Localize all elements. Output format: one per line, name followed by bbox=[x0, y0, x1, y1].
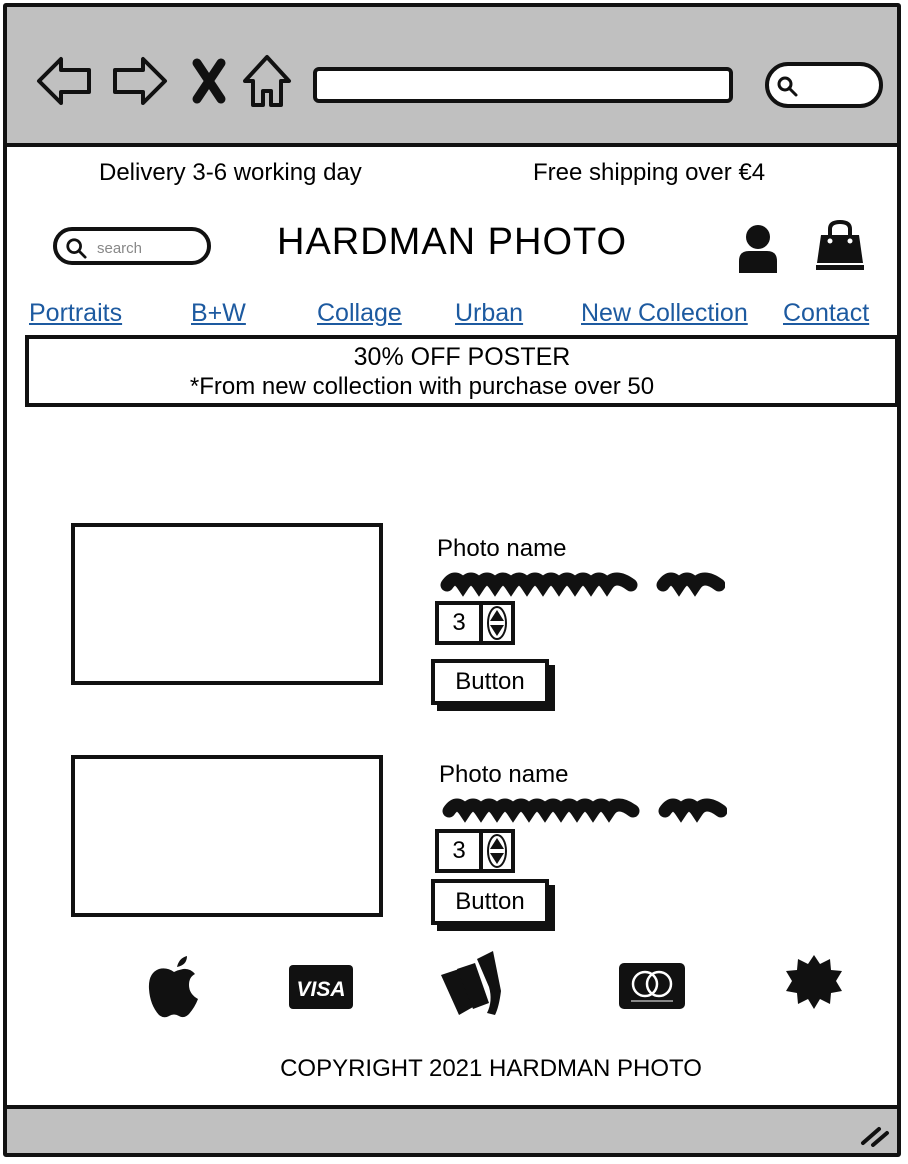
banner-subtext: *From new collection with purchase over … bbox=[189, 373, 655, 400]
badge-icon bbox=[786, 955, 842, 1009]
copyright-text: COPYRIGHT 2021 HARDMAN PHOTO bbox=[280, 1055, 702, 1082]
add-to-cart-button[interactable]: Button bbox=[431, 659, 549, 705]
product-image-placeholder[interactable] bbox=[71, 523, 383, 685]
nav-link-bw[interactable]: B+W bbox=[191, 299, 246, 328]
browser-toolbar bbox=[7, 7, 897, 147]
shipping-notice: Free shipping over €4 bbox=[533, 159, 766, 186]
search-icon bbox=[66, 238, 87, 259]
resize-handle-icon[interactable] bbox=[859, 1123, 891, 1147]
nav-link-portraits[interactable]: Portraits bbox=[29, 299, 122, 328]
product-image-placeholder[interactable] bbox=[71, 755, 383, 917]
home-icon[interactable] bbox=[237, 51, 297, 111]
search-input[interactable] bbox=[95, 235, 199, 261]
delivery-notice: Delivery 3-6 working day bbox=[99, 159, 362, 186]
quantity-value: 3 bbox=[439, 833, 483, 869]
quantity-stepper[interactable]: 3 bbox=[435, 829, 515, 873]
stepper-arrows-icon[interactable] bbox=[483, 605, 511, 641]
add-to-cart-button[interactable]: Button bbox=[431, 879, 549, 925]
close-icon[interactable] bbox=[177, 51, 241, 111]
site-title: HARDMAN PHOTO bbox=[277, 221, 628, 263]
product-description-scribble bbox=[442, 798, 727, 823]
banner-headline: 30% OFF POSTER bbox=[353, 343, 571, 371]
nav-link-urban[interactable]: Urban bbox=[455, 299, 523, 328]
product-name: Photo name bbox=[439, 761, 569, 788]
browser-status-bar bbox=[7, 1105, 897, 1153]
browser-search-field[interactable] bbox=[765, 62, 883, 108]
product-name: Photo name bbox=[437, 535, 567, 562]
stepper-arrows-icon[interactable] bbox=[483, 833, 511, 869]
apple-pay-icon bbox=[148, 956, 198, 1018]
shopping-bag-icon[interactable] bbox=[815, 219, 865, 271]
back-arrow-icon[interactable] bbox=[35, 51, 95, 111]
browser-window: Delivery 3-6 working day Free shipping o… bbox=[3, 3, 901, 1157]
nav-link-contact[interactable]: Contact bbox=[783, 299, 869, 328]
webmoney-icon bbox=[441, 951, 501, 1015]
quantity-stepper[interactable]: 3 bbox=[435, 601, 515, 645]
search-icon bbox=[777, 76, 798, 97]
user-account-icon[interactable] bbox=[737, 223, 779, 273]
quantity-value: 3 bbox=[439, 605, 483, 641]
svg-text:VISA: VISA bbox=[296, 978, 345, 1001]
site-search-box[interactable] bbox=[53, 227, 211, 265]
address-bar[interactable] bbox=[313, 67, 733, 103]
forward-arrow-icon[interactable] bbox=[109, 51, 169, 111]
promo-banner: 30% OFF POSTER *From new collection with… bbox=[25, 335, 897, 407]
product-description-scribble bbox=[440, 572, 725, 597]
nav-link-collage[interactable]: Collage bbox=[317, 299, 402, 328]
nav-link-new-collection[interactable]: New Collection bbox=[581, 299, 748, 328]
mastercard-icon bbox=[619, 963, 685, 1009]
visa-icon: VISA bbox=[289, 965, 353, 1009]
